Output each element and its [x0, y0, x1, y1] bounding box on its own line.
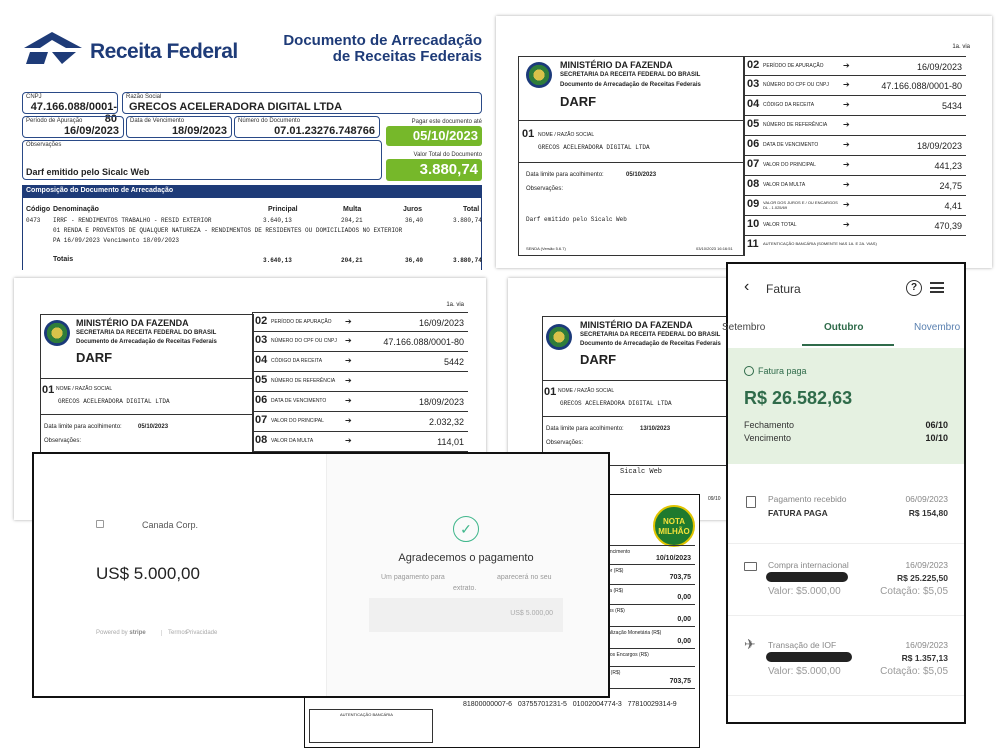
pagar-ate-value: 05/10/2023	[412, 128, 478, 143]
redacted-merchant	[766, 652, 852, 662]
periodo-value: 16/09/2023	[63, 125, 119, 137]
obs-value: Darf emitido pelo Sicalc Web	[26, 167, 150, 177]
fatura-title: Fatura	[766, 282, 801, 296]
clock-icon	[744, 366, 754, 376]
darf-a-fields: 02 PERÍODO DE APURAÇÃO ➔ 16/09/2023 03 NÚMER…	[744, 56, 966, 256]
receipt-icon	[746, 496, 756, 508]
powered-by: Powered by stripe	[96, 630, 146, 636]
list-item[interactable]: ✈ Transação de IOF Valor: $5.000,00 16/0…	[728, 630, 964, 696]
payment-amount: US$ 5.000,00	[96, 564, 200, 583]
receita-logo-icon	[24, 32, 82, 64]
stripe-left-pane: Canada Corp. US$ 5.000,00 Powered by str…	[34, 454, 326, 696]
back-icon[interactable]: ‹	[744, 278, 749, 296]
brazil-emblem-icon	[546, 324, 572, 350]
razao-value: GRECOS ACELERADORA DIGITAL LTDA	[129, 101, 343, 113]
receita-brand: Receita Federal	[90, 40, 238, 63]
privacy-link[interactable]: Privacidade	[186, 630, 217, 636]
help-icon[interactable]: ?	[906, 280, 922, 296]
fechamento-value: 06/10	[925, 420, 948, 430]
airplane-icon: ✈	[744, 636, 756, 652]
comp-table: Código Denominação Principal Multa Juros…	[22, 198, 482, 270]
darf-c-fields: Vencimento 10/10/2023 alor (R$) 703,75 ult…	[601, 545, 695, 689]
numdoc-value: 07.01.23276.748766	[274, 125, 375, 137]
cnpj-box: CNPJ 47.166.088/0001-80	[22, 92, 118, 125]
brazil-emblem-icon	[526, 62, 552, 88]
brazil-emblem-icon	[44, 320, 70, 346]
stripe-logo: stripe	[129, 630, 146, 636]
fatura-screen: ‹ Fatura ? Setembro Outubro Novembro Fat…	[722, 262, 966, 724]
merchant-name: Canada Corp.	[142, 520, 199, 530]
nota-milhao-badge: NOTA MILHÃO	[653, 505, 695, 547]
receita-document: Receita Federal Documento de Arrecadação…	[10, 12, 488, 270]
menu-icon[interactable]	[930, 282, 944, 293]
card-icon	[744, 562, 757, 571]
venc-value: 18/09/2023	[171, 125, 227, 137]
terms-link[interactable]: Termos	[161, 630, 188, 636]
darf-b-fields: 02 PERÍODO DE APURAÇÃO ➔ 16/09/2023 03 NÚMER…	[252, 312, 468, 452]
stripe-right-pane: ✓ Agradecemos o pagamento Um pagamento p…	[326, 454, 608, 696]
barcode-digits: 81800000007-6 03755701231-5 01002004774-…	[463, 701, 677, 708]
thanks-heading: Agradecemos o pagamento	[398, 552, 534, 564]
periodo-box: Período de Apuração 16/09/2023	[22, 116, 124, 138]
razao-box: Razão Social GRECOS ACELERADORA DIGITAL …	[122, 92, 482, 114]
receita-doc-title-2: de Receitas Federais	[332, 48, 482, 65]
numdoc-box: Número do Documento 07.01.23276.748766	[234, 116, 380, 138]
vencimento-value: 10/10	[925, 433, 948, 443]
tab-novembro[interactable]: Novembro	[914, 322, 960, 333]
fatura-amount: R$ 26.582,63	[744, 388, 853, 408]
tab-underline	[802, 344, 894, 346]
fatura-status: Fatura paga	[758, 366, 807, 376]
list-item[interactable]: Pagamento recebido FATURA PAGA 06/09/202…	[728, 484, 964, 544]
receita-doc-title-1: Documento de Arrecadação	[283, 32, 482, 49]
darf-a: 1a. via MINISTÉRIO DA FAZENDA SECRETARIA…	[496, 16, 992, 268]
venc-box: Data de Vencimento 18/09/2023	[126, 116, 232, 138]
list-item[interactable]: Compra internacional Valor: $5.000,00 16…	[728, 550, 964, 616]
obs-box: Observações Darf emitido pelo Sicalc Web	[22, 140, 382, 180]
tab-setembro[interactable]: Setembro	[722, 322, 765, 333]
receipt-summary: US$ 5.000,00	[369, 598, 563, 632]
comp-header: Composição do Documento de Arrecadação	[22, 185, 482, 198]
stripe-receipt-modal: Canada Corp. US$ 5.000,00 Powered by str…	[32, 452, 610, 698]
total-box: 3.880,74	[386, 159, 482, 181]
tab-outubro[interactable]: Outubro	[824, 322, 863, 333]
merchant-logo-icon	[96, 520, 104, 528]
total-value: 3.880,74	[419, 161, 478, 178]
check-circle-icon: ✓	[453, 516, 479, 542]
redacted-merchant	[766, 572, 848, 582]
pagar-ate-box: 05/10/2023	[386, 126, 482, 146]
fatura-summary-card: Fatura paga R$ 26.582,63 Fechamento 06/1…	[728, 348, 964, 464]
